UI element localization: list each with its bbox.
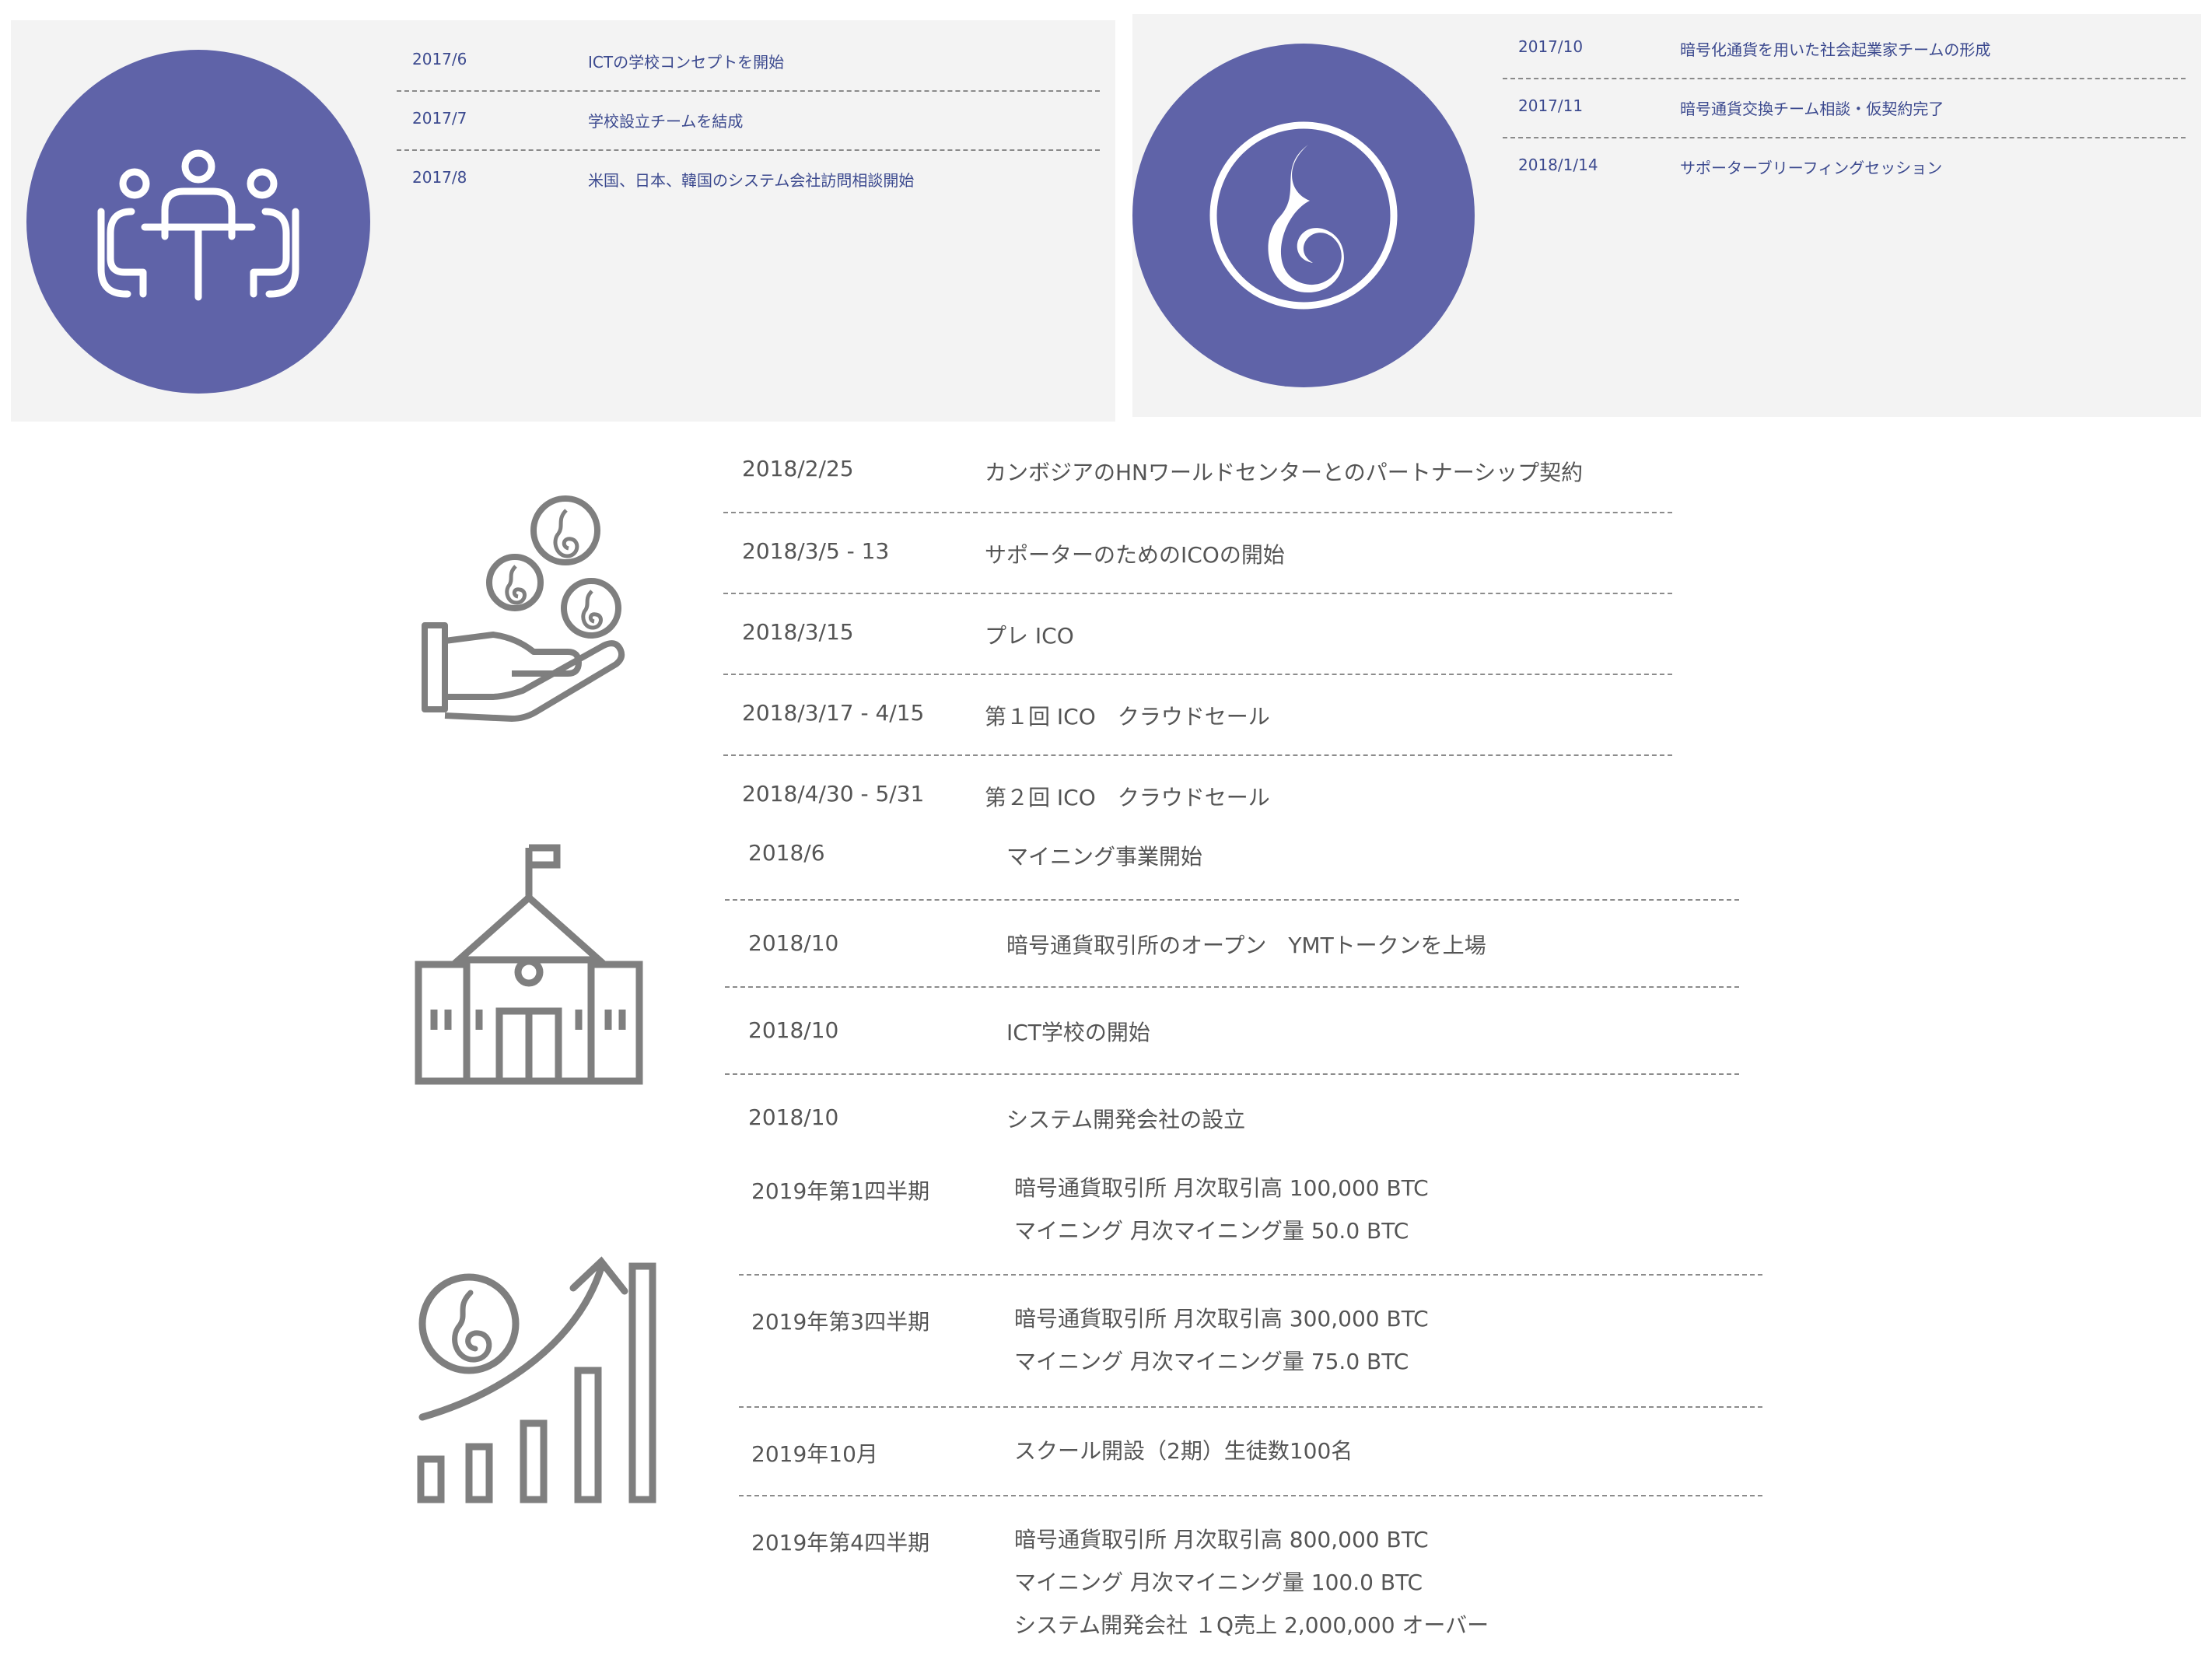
- timeline-text: 米国、日本、韓国のシステム会社訪問相談開始: [588, 171, 915, 190]
- timeline-date: 2018/3/5 - 13: [742, 538, 890, 564]
- timeline-text: サポーターブリーフィングセッション: [1680, 159, 1943, 177]
- timeline-text: 学校設立チームを結成: [588, 112, 744, 131]
- coin-flame-logo-icon: [1209, 121, 1398, 310]
- list-item: 2018/2/25 カンボジアのHNワールドセンターとのパートナーシップ契約: [723, 431, 1672, 513]
- list-item: 2017/6 ICTの学校コンセプトを開始: [397, 33, 1100, 92]
- timeline-date: 2018/1/14: [1518, 156, 1598, 174]
- timeline-text: ICT学校の開始: [1006, 1020, 1150, 1045]
- timeline-date: 2018/6: [748, 840, 825, 866]
- timeline-date: 2019年第1四半期: [751, 1178, 930, 1204]
- list-item: 2018/10 システム開発会社の設立: [725, 1075, 1739, 1153]
- timeline-text: マイニング事業開始: [1006, 844, 1203, 870]
- timeline-2018-business: 2018/6 マイニング事業開始 2018/10 暗号通貨取引所のオープン YM…: [725, 817, 1739, 1153]
- list-item: 2018/3/17 - 4/15 第１回 ICO クラウドセール: [723, 675, 1672, 756]
- timeline-text-line: スクール開設（2期）生徒数100名: [1014, 1438, 1353, 1464]
- timeline-text: 暗号通貨取引所のオープン YMTトークンを上場: [1006, 933, 1486, 958]
- timeline-text: ICTの学校コンセプトを開始: [588, 53, 785, 72]
- timeline-text: サポーターのためのICOの開始: [985, 542, 1285, 568]
- timeline-text-line: 暗号通貨取引所 月次取引高 800,000 BTC: [1014, 1527, 1429, 1552]
- timeline-2019: 2019年第1四半期 暗号通貨取引所 月次取引高 100,000 BTC マイニ…: [739, 1167, 1762, 1652]
- list-item: 2018/1/14 サポーターブリーフィングセッション: [1503, 138, 2186, 196]
- timeline-date: 2018/2/25: [742, 456, 854, 481]
- list-item: 2018/10 ICT学校の開始: [725, 988, 1739, 1075]
- roadmap-panel-2017-early: 2017/6 ICTの学校コンセプトを開始 2017/7 学校設立チームを結成 …: [11, 20, 1115, 422]
- timeline-date: 2017/11: [1518, 96, 1584, 115]
- timeline-text-line: システム開発会社 １Q売上 2,000,000 オーバー: [1014, 1612, 1489, 1638]
- list-item: 2018/3/15 プレ ICO: [723, 594, 1672, 675]
- timeline-2018-ico: 2018/2/25 カンボジアのHNワールドセンターとのパートナーシップ契約 2…: [723, 431, 1672, 826]
- timeline-text-line: マイニング 月次マイニング量 100.0 BTC: [1014, 1570, 1423, 1595]
- timeline-text-line: マイニング 月次マイニング量 50.0 BTC: [1014, 1218, 1409, 1244]
- timeline-text: システム開発会社の設立: [1006, 1107, 1246, 1132]
- timeline-text: 暗号通貨取引所 月次取引高 800,000 BTC マイニング 月次マイニング量…: [1014, 1518, 1489, 1647]
- coin-logo-circle: [1132, 44, 1475, 387]
- timeline-date: 2017/8: [412, 168, 467, 187]
- list-item: 2019年10月 スクール開設（2期）生徒数100名: [739, 1408, 1762, 1496]
- list-item: 2018/10 暗号通貨取引所のオープン YMTトークンを上場: [725, 901, 1739, 988]
- timeline-date: 2017/10: [1518, 37, 1584, 56]
- list-item: 2018/4/30 - 5/31 第２回 ICO クラウドセール: [723, 756, 1672, 826]
- timeline-date: 2018/10: [748, 1104, 839, 1130]
- school-building-icon: [415, 844, 643, 1085]
- timeline-text: カンボジアのHNワールドセンターとのパートナーシップ契約: [985, 460, 1584, 485]
- hand-coins-icon: [422, 495, 625, 722]
- timeline-text: 暗号通貨交換チーム相談・仮契約完了: [1680, 100, 1944, 118]
- timeline-text-line: 暗号通貨取引所 月次取引高 100,000 BTC: [1014, 1175, 1429, 1201]
- timeline-date: 2017/7: [412, 109, 467, 128]
- timeline-date: 2019年第3四半期: [751, 1309, 930, 1335]
- timeline-text: スクール開設（2期）生徒数100名: [1014, 1430, 1353, 1472]
- timeline-date: 2018/10: [748, 930, 839, 956]
- list-item: 2017/8 米国、日本、韓国のシステム会社訪問相談開始: [397, 151, 1100, 208]
- list-item: 2019年第4四半期 暗号通貨取引所 月次取引高 800,000 BTC マイニ…: [739, 1496, 1762, 1652]
- timeline-date: 2018/4/30 - 5/31: [742, 781, 925, 807]
- timeline-date: 2019年第4四半期: [751, 1530, 930, 1556]
- timeline-2017-late: 2017/10 暗号化通貨を用いた社会起業家チームの形成 2017/11 暗号通…: [1503, 20, 2186, 196]
- timeline-text: 暗号通貨取引所 月次取引高 300,000 BTC マイニング 月次マイニング量…: [1014, 1297, 1429, 1383]
- meeting-people-icon: [97, 149, 299, 301]
- list-item: 2019年第3四半期 暗号通貨取引所 月次取引高 300,000 BTC マイニ…: [739, 1276, 1762, 1408]
- timeline-text: 第２回 ICO クラウドセール: [985, 785, 1270, 810]
- list-item: 2017/7 学校設立チームを結成: [397, 92, 1100, 151]
- timeline-date: 2017/6: [412, 50, 467, 68]
- timeline-date: 2018/3/17 - 4/15: [742, 700, 925, 726]
- timeline-text: プレ ICO: [985, 623, 1074, 649]
- roadmap-panel-2017-late: 2017/10 暗号化通貨を用いた社会起業家チームの形成 2017/11 暗号通…: [1132, 14, 2201, 417]
- timeline-text: 第１回 ICO クラウドセール: [985, 704, 1270, 730]
- list-item: 2017/11 暗号通貨交換チーム相談・仮契約完了: [1503, 79, 2186, 138]
- list-item: 2018/3/5 - 13 サポーターのためのICOの開始: [723, 513, 1672, 594]
- timeline-text: 暗号通貨取引所 月次取引高 100,000 BTC マイニング 月次マイニング量…: [1014, 1167, 1429, 1252]
- timeline-text: 暗号化通貨を用いた社会起業家チームの形成: [1680, 40, 1991, 59]
- list-item: 2018/6 マイニング事業開始: [725, 817, 1739, 901]
- timeline-2017-early: 2017/6 ICTの学校コンセプトを開始 2017/7 学校設立チームを結成 …: [397, 33, 1100, 208]
- list-item: 2017/10 暗号化通貨を用いた社会起業家チームの形成: [1503, 20, 2186, 79]
- timeline-date: 2019年10月: [751, 1441, 878, 1467]
- timeline-date: 2018/10: [748, 1017, 839, 1043]
- meeting-circle: [26, 50, 370, 394]
- timeline-text-line: マイニング 月次マイニング量 75.0 BTC: [1014, 1349, 1409, 1374]
- timeline-text-line: 暗号通貨取引所 月次取引高 300,000 BTC: [1014, 1306, 1429, 1332]
- list-item: 2019年第1四半期 暗号通貨取引所 月次取引高 100,000 BTC マイニ…: [739, 1167, 1762, 1276]
- growth-chart-icon: [417, 1256, 656, 1503]
- timeline-date: 2018/3/15: [742, 619, 854, 645]
